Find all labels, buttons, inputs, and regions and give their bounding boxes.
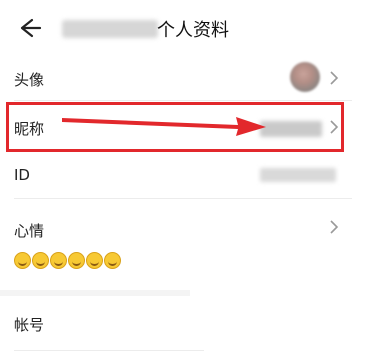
avatar-label: 头像 xyxy=(14,71,45,89)
section-divider xyxy=(0,290,190,296)
grin-emoji-icon xyxy=(14,252,31,269)
page-title: 个人资料 xyxy=(157,20,229,41)
mood-emoji-list xyxy=(14,252,122,270)
divider xyxy=(14,350,204,351)
mood-row[interactable]: 心情 xyxy=(0,204,352,282)
account-label: 帐号 xyxy=(14,316,45,334)
divider xyxy=(14,100,352,101)
blurred-id-value xyxy=(260,168,336,182)
grin-emoji-icon xyxy=(86,252,103,269)
divider xyxy=(14,198,352,199)
back-arrow-icon[interactable] xyxy=(14,14,42,42)
avatar[interactable] xyxy=(290,62,320,92)
grin-emoji-icon xyxy=(50,252,67,269)
chevron-right-icon xyxy=(330,220,339,234)
top-bar: 个人资料 xyxy=(0,0,370,56)
mood-label: 心情 xyxy=(14,222,45,240)
account-row[interactable]: 帐号 xyxy=(0,300,352,346)
id-label: ID xyxy=(14,166,30,184)
annotation-arrow-icon xyxy=(62,117,266,136)
grin-emoji-icon xyxy=(104,252,121,269)
grin-emoji-icon xyxy=(68,252,85,269)
grin-emoji-icon xyxy=(32,252,49,269)
chevron-right-icon xyxy=(330,71,339,85)
blurred-account-name xyxy=(62,20,158,38)
